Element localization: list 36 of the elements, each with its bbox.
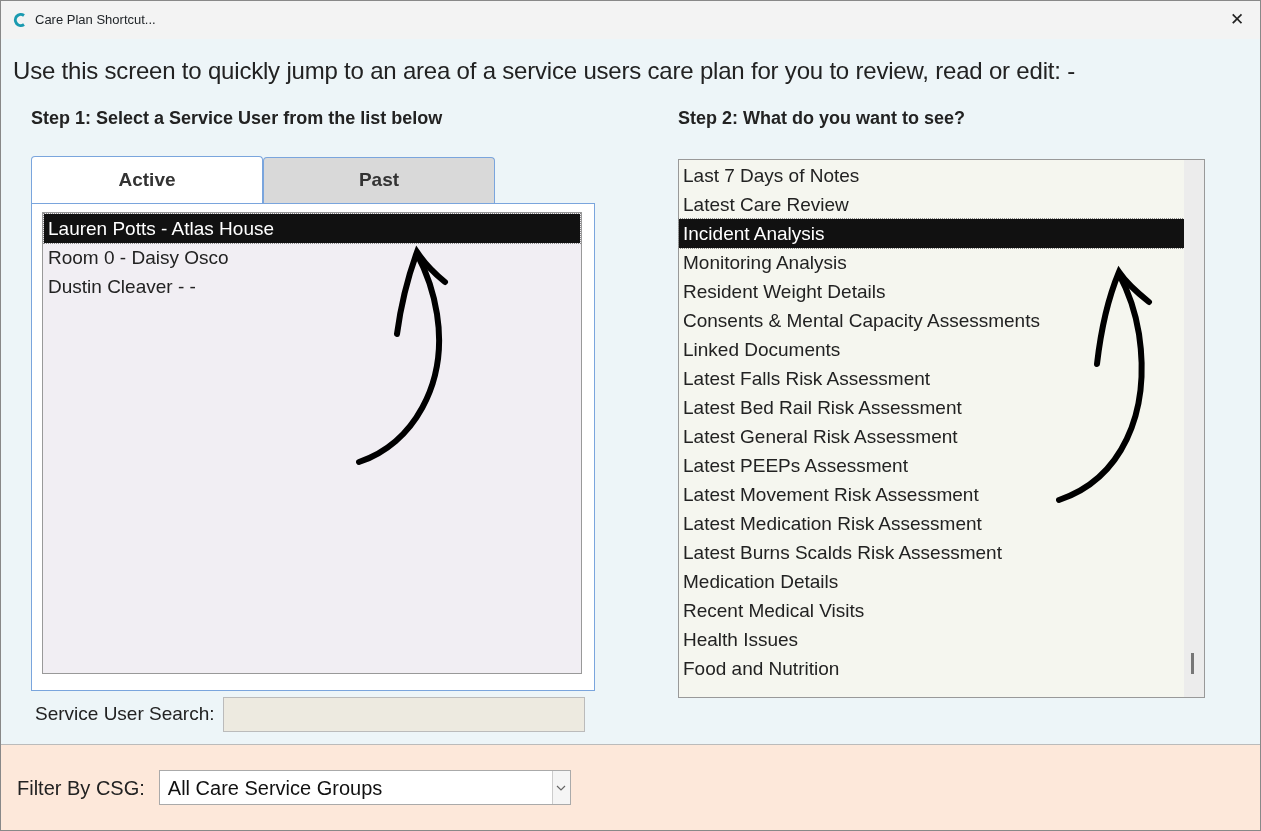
list-item[interactable]: Latest PEEPs Assessment (679, 451, 1184, 480)
app-logo-icon (13, 12, 27, 28)
window-title: Care Plan Shortcut... (35, 11, 156, 30)
list-item[interactable]: Monitoring Analysis (679, 248, 1184, 277)
tab[interactable]: Past (263, 157, 495, 203)
list-item[interactable]: Latest Burns Scalds Risk Assessment (679, 538, 1184, 567)
list-item[interactable]: Dustin Cleaver - - (44, 272, 580, 301)
list-item[interactable]: Linked Documents (679, 335, 1184, 364)
step-heading: Step 1: Select a Service User from the list below (31, 107, 444, 130)
tab[interactable]: Active (31, 156, 263, 203)
list-item[interactable]: Latest Falls Risk Assessment (679, 364, 1184, 393)
scrollbar-thumb[interactable] (1191, 653, 1194, 674)
list-item[interactable]: Consents & Mental Capacity Assessments (679, 306, 1184, 335)
step-heading: Step 2: What do you want to see? (678, 107, 966, 130)
scrollbar[interactable] (1184, 160, 1204, 697)
chevron-down-icon (556, 784, 567, 791)
close-button[interactable]: ✕ (1222, 5, 1252, 35)
list-item[interactable]: Latest Movement Risk Assessment (679, 480, 1184, 509)
filter-dropdown[interactable]: All Care Service Groups (158, 770, 571, 805)
list-item[interactable]: Health Issues (679, 625, 1184, 654)
list-item[interactable]: Latest Medication Risk Assessment (679, 509, 1184, 538)
list-item[interactable]: Medication Details (679, 567, 1184, 596)
list-item[interactable]: Last 7 Days of Notes (679, 161, 1184, 190)
filter-label: Filter By CSG: (17, 775, 145, 801)
search-label: Service User Search: (35, 702, 215, 727)
list-item[interactable]: Lauren Potts - Atlas House (44, 214, 580, 243)
list-item[interactable]: Incident Analysis (679, 219, 1184, 248)
list-item[interactable]: Recent Medical Visits (679, 596, 1184, 625)
list-item[interactable]: Resident Weight Details (679, 277, 1184, 306)
list-item[interactable]: Room 0 - Daisy Osco (44, 243, 580, 272)
list-item[interactable]: Latest Bed Rail Risk Assessment (679, 393, 1184, 422)
instruction-text: Use this screen to quickly jump to an area of a service users care plan for you to review, read or edit: - (12, 56, 1076, 86)
list-item[interactable]: Latest General Risk Assessment (679, 422, 1184, 451)
list-item[interactable]: Latest Care Review (679, 190, 1184, 219)
search-field[interactable] (222, 697, 585, 732)
list-item[interactable]: Food and Nutrition (679, 654, 1184, 683)
